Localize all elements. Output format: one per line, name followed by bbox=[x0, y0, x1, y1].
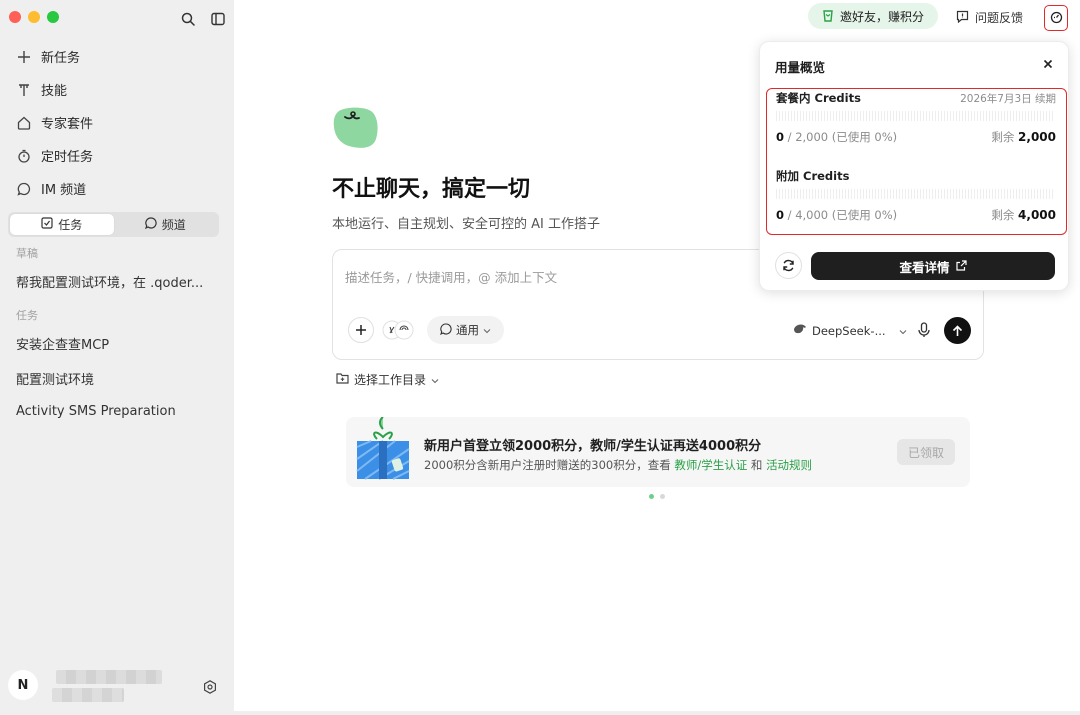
carousel-dot[interactable] bbox=[660, 494, 665, 499]
claimed-button: 已领取 bbox=[897, 439, 955, 465]
chat-icon bbox=[440, 322, 452, 338]
credits-summary: 套餐内 Credits 2026年7月3日 续期 0 / 2,000 (已使用 … bbox=[766, 88, 1067, 235]
external-link-icon bbox=[955, 259, 967, 274]
tab-tasks[interactable]: 任务 bbox=[10, 214, 114, 235]
popover-title: 用量概览 bbox=[775, 60, 826, 75]
plan-credits-used: 0 / 2,000 (已使用 0%) bbox=[776, 130, 898, 144]
addon-credits-used: 0 / 4,000 (已使用 0%) bbox=[776, 208, 898, 222]
sidebar: 新任务 技能 专家套件 定时任务 IM 频道 任务 频道 草稿 帮我配置测试环境… bbox=[0, 0, 234, 715]
chevron-down-icon bbox=[899, 324, 907, 338]
sidebar-item-label: 技能 bbox=[41, 84, 68, 99]
tab-channels[interactable]: 频道 bbox=[114, 214, 218, 235]
view-segment-control: 任务 频道 bbox=[8, 212, 219, 237]
avatar[interactable]: N bbox=[8, 670, 38, 700]
list-item-draft[interactable]: 帮我配置测试环境，在 .qoder... bbox=[16, 272, 221, 291]
redacted-user-info bbox=[52, 688, 124, 702]
promo-banner: 新用户首登立领2000积分，教师/学生认证再送4000积分 2000积分含新用户… bbox=[346, 416, 970, 487]
list-item-task[interactable]: Activity SMS Preparation bbox=[16, 404, 221, 419]
usage-popover: 用量概览 套餐内 Credits 2026年7月3日 续期 0 / 2,000 … bbox=[759, 41, 1069, 291]
plus-icon bbox=[356, 325, 366, 335]
tools-button[interactable] bbox=[379, 317, 417, 343]
expert-icon bbox=[16, 115, 32, 131]
usage-overview-button[interactable] bbox=[1044, 5, 1068, 31]
refresh-icon bbox=[783, 259, 794, 272]
add-attachment-button[interactable] bbox=[348, 317, 374, 343]
list-item-task[interactable]: 安装企查查MCP bbox=[16, 334, 221, 353]
window-controls bbox=[9, 11, 59, 23]
redacted-username bbox=[56, 670, 162, 684]
zoom-window-button[interactable] bbox=[47, 11, 59, 23]
sidebar-toggle-icon[interactable] bbox=[211, 11, 225, 26]
composer-placeholder[interactable]: 描述任务，/ 快捷调用，@ 添加上下文 bbox=[345, 267, 557, 286]
sidebar-item-label: IM 频道 bbox=[41, 183, 87, 198]
chevron-down-icon bbox=[483, 323, 491, 337]
teacher-student-verify-link[interactable]: 教师/学生认证 bbox=[674, 458, 747, 472]
activity-rules-link[interactable]: 活动规则 bbox=[766, 458, 812, 472]
arrow-up-icon bbox=[952, 324, 963, 336]
sidebar-item-new-task[interactable]: 新任务 bbox=[0, 40, 234, 73]
carousel-dots bbox=[649, 494, 665, 499]
invite-friends-button[interactable]: 邀好友，赚积分 bbox=[808, 3, 938, 29]
app-logo bbox=[333, 107, 379, 153]
addon-credits-remaining: 剩余 4,000 bbox=[991, 208, 1056, 222]
sidebar-item-scheduled-tasks[interactable]: 定时任务 bbox=[0, 139, 234, 172]
promo-title: 新用户首登立领2000积分，教师/学生认证再送4000积分 bbox=[424, 439, 762, 454]
sidebar-item-label: 定时任务 bbox=[41, 150, 94, 165]
feedback-icon bbox=[956, 10, 969, 26]
plan-credits-title: 套餐内 Credits bbox=[776, 91, 861, 105]
close-icon[interactable] bbox=[1041, 56, 1055, 70]
sidebar-item-expert-kits[interactable]: 专家套件 bbox=[0, 106, 234, 139]
carousel-dot-active[interactable] bbox=[649, 494, 654, 499]
plan-renewal-date: 2026年7月3日 续期 bbox=[960, 93, 1056, 105]
page-subtitle: 本地运行、自主规划、安全可控的 AI 工作搭子 bbox=[332, 217, 600, 232]
search-icon[interactable] bbox=[181, 11, 195, 26]
drafts-section-label: 草稿 bbox=[16, 247, 38, 260]
chat-icon bbox=[16, 181, 32, 197]
mode-selector[interactable]: 通用 bbox=[427, 316, 504, 344]
send-button[interactable] bbox=[944, 317, 971, 344]
sidebar-item-label: 新任务 bbox=[41, 51, 81, 66]
gift-box-icon bbox=[355, 416, 411, 485]
window-bottom-edge bbox=[234, 711, 1080, 715]
checkbox-icon bbox=[41, 217, 53, 232]
addon-credits-title: 附加 Credits bbox=[776, 169, 850, 183]
plan-credits-progress bbox=[776, 111, 1055, 121]
plus-icon bbox=[16, 49, 32, 65]
view-details-button[interactable]: 查看详情 bbox=[811, 252, 1055, 280]
page-title: 不止聊天，搞定一切 bbox=[332, 177, 531, 202]
sidebar-item-label: 专家套件 bbox=[41, 117, 94, 132]
sidebar-item-im-channels[interactable]: IM 频道 bbox=[0, 172, 234, 205]
sidebar-item-skills[interactable]: 技能 bbox=[0, 73, 234, 106]
gauge-icon bbox=[1050, 9, 1063, 28]
gift-cup-icon bbox=[822, 8, 834, 25]
microphone-icon[interactable] bbox=[917, 322, 931, 338]
feedback-button[interactable]: 问题反馈 bbox=[956, 9, 1023, 26]
minimize-window-button[interactable] bbox=[28, 11, 40, 23]
workdir-selector[interactable]: 选择工作目录 bbox=[336, 371, 439, 388]
settings-icon[interactable] bbox=[203, 679, 217, 694]
folder-icon bbox=[336, 372, 349, 387]
refresh-button[interactable] bbox=[775, 252, 802, 279]
list-item-task[interactable]: 配置测试环境 bbox=[16, 369, 221, 388]
addon-credits-progress bbox=[776, 189, 1055, 199]
close-window-button[interactable] bbox=[9, 11, 21, 23]
plan-credits-remaining: 剩余 2,000 bbox=[991, 130, 1056, 144]
chat-icon bbox=[144, 217, 157, 232]
model-selector[interactable]: DeepSeek-... bbox=[793, 323, 907, 338]
model-icon bbox=[793, 323, 807, 338]
promo-description: 2000积分含新用户注册时赠送的300积分，查看 教师/学生认证 和 活动规则 bbox=[424, 458, 813, 472]
timer-icon bbox=[16, 148, 32, 164]
sidebar-nav: 新任务 技能 专家套件 定时任务 IM 频道 bbox=[0, 40, 234, 205]
skill-icon bbox=[16, 82, 32, 98]
tools-icon bbox=[382, 320, 414, 340]
user-profile[interactable]: N bbox=[8, 670, 38, 700]
tasks-section-label: 任务 bbox=[16, 309, 38, 322]
chevron-down-icon bbox=[431, 373, 439, 387]
